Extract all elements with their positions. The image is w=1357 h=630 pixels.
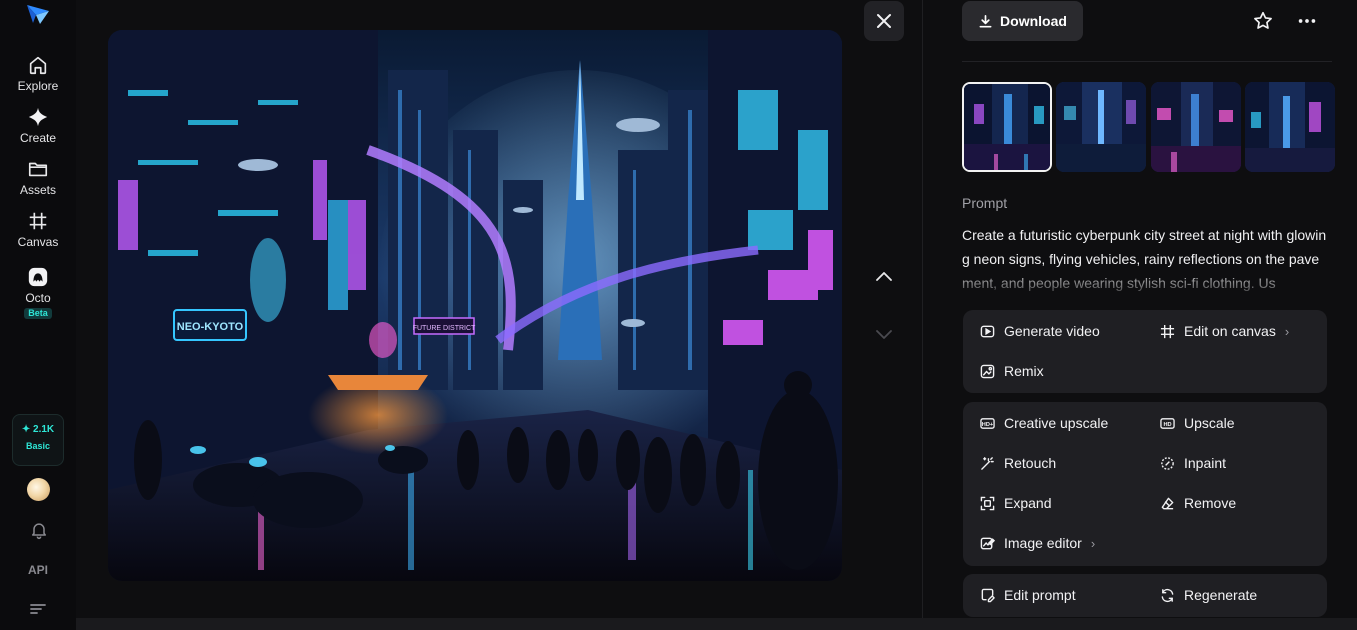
next-image-button[interactable] xyxy=(872,322,896,346)
remove-button[interactable]: Remove xyxy=(1160,495,1236,511)
wand-icon xyxy=(981,456,994,470)
hd-icon: HD xyxy=(1160,417,1175,429)
action-label: Retouch xyxy=(1004,455,1057,471)
actions-card-generate: Generate video Edit on canvas › Remix xyxy=(963,310,1327,393)
sparkle-icon xyxy=(28,107,48,127)
action-label: Expand xyxy=(1004,495,1052,511)
generated-image[interactable]: NEO-KYOTO FUTURE DISTRICT xyxy=(108,30,842,581)
download-button[interactable]: Download xyxy=(962,1,1083,41)
previous-image-button[interactable] xyxy=(872,265,896,289)
action-label: Image editor xyxy=(1004,535,1082,551)
remix-icon xyxy=(980,364,995,378)
sidebar-item-label: Explore xyxy=(17,79,59,93)
app-root: Explore Create Assets Canvas Octo Beta ✦… xyxy=(0,0,1357,630)
menu-icon[interactable] xyxy=(29,602,47,616)
image-editor-button[interactable]: Image editor › xyxy=(980,535,1095,551)
action-label: Remix xyxy=(1004,363,1044,379)
sidebar-item-label: Canvas xyxy=(17,235,59,249)
canvas-icon xyxy=(29,212,47,230)
video-icon xyxy=(980,325,995,337)
prompt-text[interactable]: Create a futuristic cyberpunk city stree… xyxy=(962,223,1330,293)
retouch-button[interactable]: Retouch xyxy=(980,455,1056,471)
home-icon xyxy=(29,56,47,75)
beta-badge: Beta xyxy=(24,308,52,319)
image-edit-icon xyxy=(980,537,995,549)
regenerate-button[interactable]: Regenerate xyxy=(1160,587,1257,603)
inpaint-icon xyxy=(1161,456,1174,470)
sidebar-item-octo[interactable]: Octo Beta xyxy=(0,266,76,319)
favorite-star-icon[interactable] xyxy=(1252,10,1274,32)
thumbnail-2[interactable] xyxy=(1056,82,1146,172)
plan-label: Basic xyxy=(25,441,51,451)
actions-card-prompt: Edit prompt Regenerate xyxy=(963,574,1327,617)
svg-text:HD+: HD+ xyxy=(982,421,994,427)
action-label: Generate video xyxy=(1004,323,1100,339)
edit-on-canvas-button[interactable]: Edit on canvas › xyxy=(1160,323,1289,339)
image-viewer: NEO-KYOTO FUTURE DISTRICT xyxy=(76,0,922,630)
sidebar: Explore Create Assets Canvas Octo Beta ✦… xyxy=(0,0,76,630)
details-panel: Download Prompt Create a futuristic cybe… xyxy=(923,0,1357,630)
sidebar-item-assets[interactable]: Assets xyxy=(0,158,76,197)
sidebar-item-create[interactable]: Create xyxy=(0,106,76,145)
action-label: Edit on canvas xyxy=(1184,323,1276,339)
edit-prompt-button[interactable]: Edit prompt xyxy=(980,587,1076,603)
inpaint-button[interactable]: Inpaint xyxy=(1160,455,1226,471)
download-icon xyxy=(979,14,992,27)
svg-text:HD: HD xyxy=(1163,421,1171,427)
edit-prompt-icon xyxy=(981,588,995,602)
expand-icon xyxy=(980,496,995,510)
sidebar-item-explore[interactable]: Explore xyxy=(0,54,76,93)
thumbnail-1[interactable] xyxy=(962,82,1052,172)
thumbnail-image xyxy=(1245,82,1335,172)
canvas-icon xyxy=(1160,324,1175,338)
upscale-button[interactable]: HD Upscale xyxy=(1160,415,1235,431)
eraser-icon xyxy=(1161,497,1174,509)
action-label: Regenerate xyxy=(1184,587,1258,603)
octo-icon xyxy=(28,267,48,287)
action-label: Remove xyxy=(1184,495,1237,511)
sidebar-item-label: Create xyxy=(19,131,57,145)
action-label: Edit prompt xyxy=(1004,587,1076,603)
creative-upscale-button[interactable]: HD+ Creative upscale xyxy=(980,415,1108,431)
bell-icon[interactable] xyxy=(29,520,49,540)
download-label: Download xyxy=(1000,13,1067,29)
credits-amount: ✦ 2.1K xyxy=(21,424,55,435)
api-link[interactable]: API xyxy=(0,563,76,577)
logo-icon[interactable] xyxy=(26,2,50,26)
action-label: Upscale xyxy=(1184,415,1235,431)
actions-card-edit: HD+ Creative upscale HD Upscale Retouch … xyxy=(963,402,1327,566)
horizontal-scrollbar[interactable] xyxy=(76,618,1357,630)
chevron-right-icon: › xyxy=(1090,535,1096,551)
hd-plus-icon: HD+ xyxy=(980,417,995,429)
remix-button[interactable]: Remix xyxy=(980,363,1044,379)
more-options-icon[interactable] xyxy=(1296,10,1318,32)
sign-neo-kyoto: NEO-KYOTO xyxy=(177,321,244,333)
action-label: Creative upscale xyxy=(1004,415,1109,431)
header-divider xyxy=(962,61,1332,62)
chevron-right-icon: › xyxy=(1284,323,1290,339)
thumbnail-image xyxy=(1056,82,1146,172)
close-icon xyxy=(877,14,891,28)
action-label: Inpaint xyxy=(1184,455,1227,471)
thumbnail-4[interactable] xyxy=(1245,82,1335,172)
sign-district: FUTURE DISTRICT xyxy=(413,325,476,332)
avatar[interactable] xyxy=(27,478,50,501)
generate-video-button[interactable]: Generate video xyxy=(980,323,1100,339)
cyberpunk-city-image: NEO-KYOTO FUTURE DISTRICT xyxy=(108,30,842,581)
sidebar-item-label: Octo xyxy=(25,291,51,305)
thumbnail-3[interactable] xyxy=(1151,82,1241,172)
prompt-label: Prompt xyxy=(962,195,1008,211)
sidebar-item-canvas[interactable]: Canvas xyxy=(0,210,76,249)
sidebar-item-label: Assets xyxy=(19,183,56,197)
close-button[interactable] xyxy=(864,1,904,41)
credits-badge[interactable]: ✦ 2.1K Basic xyxy=(12,414,64,466)
thumbnail-image xyxy=(964,84,1050,170)
expand-button[interactable]: Expand xyxy=(980,495,1051,511)
folder-icon xyxy=(28,162,48,177)
refresh-icon xyxy=(1161,588,1174,602)
thumbnail-image xyxy=(1151,82,1241,172)
